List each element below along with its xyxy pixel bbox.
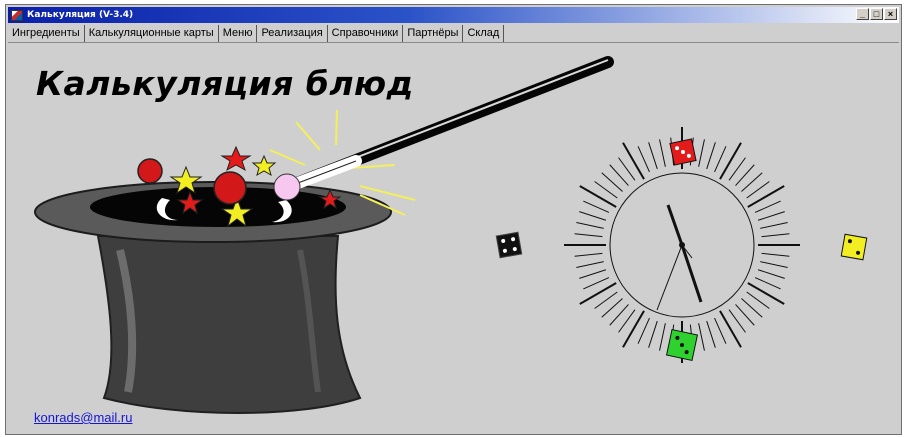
yellow-die-icon bbox=[840, 233, 868, 261]
clock-major-tick bbox=[622, 142, 645, 180]
clock-major-tick bbox=[579, 282, 617, 305]
clock-minor-tick bbox=[579, 269, 607, 279]
contact-email-link[interactable]: konrads@mail.ru bbox=[34, 410, 132, 425]
clock-minor-tick bbox=[754, 200, 781, 213]
red-die-icon bbox=[669, 138, 697, 166]
clock-minor-tick bbox=[698, 139, 705, 167]
clock-minor-tick bbox=[714, 146, 727, 173]
clock-major-tick bbox=[719, 310, 742, 348]
clock-minor-tick bbox=[659, 323, 666, 351]
clock-minor-tick bbox=[583, 200, 610, 213]
clock-minor-tick bbox=[760, 222, 788, 229]
clock-minor-tick bbox=[757, 211, 785, 221]
clock-minor-tick bbox=[574, 233, 603, 238]
magic-hat-graphic bbox=[34, 145, 392, 414]
clock-minor-tick bbox=[761, 233, 790, 238]
clock-minor-tick bbox=[576, 261, 604, 268]
clock-minor-tick bbox=[706, 320, 716, 348]
clock-minor-tick bbox=[648, 142, 658, 170]
clock-major-tick bbox=[719, 142, 742, 180]
clock-major-tick bbox=[622, 310, 645, 348]
clock-minor-tick bbox=[574, 252, 603, 257]
clock-minor-tick bbox=[659, 139, 666, 167]
clock-major-tick bbox=[747, 185, 785, 208]
clock-minor-tick bbox=[757, 269, 785, 279]
clock-minor-tick bbox=[760, 261, 788, 268]
clock-minor-tick bbox=[648, 320, 658, 348]
clock-minor-tick bbox=[637, 146, 650, 173]
page-title: Калькуляция блюд bbox=[36, 64, 414, 103]
clock-minor-tick bbox=[706, 142, 716, 170]
clock-minor-tick bbox=[576, 222, 604, 229]
clock-minor-tick bbox=[761, 252, 790, 257]
clock-major-tick bbox=[579, 185, 617, 208]
black-die-icon bbox=[495, 231, 523, 259]
clock-minor-tick bbox=[714, 317, 727, 344]
clock-minor-tick bbox=[583, 277, 610, 290]
clock-minor-tick bbox=[698, 323, 705, 351]
green-die-icon bbox=[665, 328, 699, 362]
clock-minor-tick bbox=[637, 317, 650, 344]
clock-minor-tick bbox=[754, 277, 781, 290]
clock-minor-tick bbox=[579, 211, 607, 221]
clock-major-tick bbox=[747, 282, 785, 305]
